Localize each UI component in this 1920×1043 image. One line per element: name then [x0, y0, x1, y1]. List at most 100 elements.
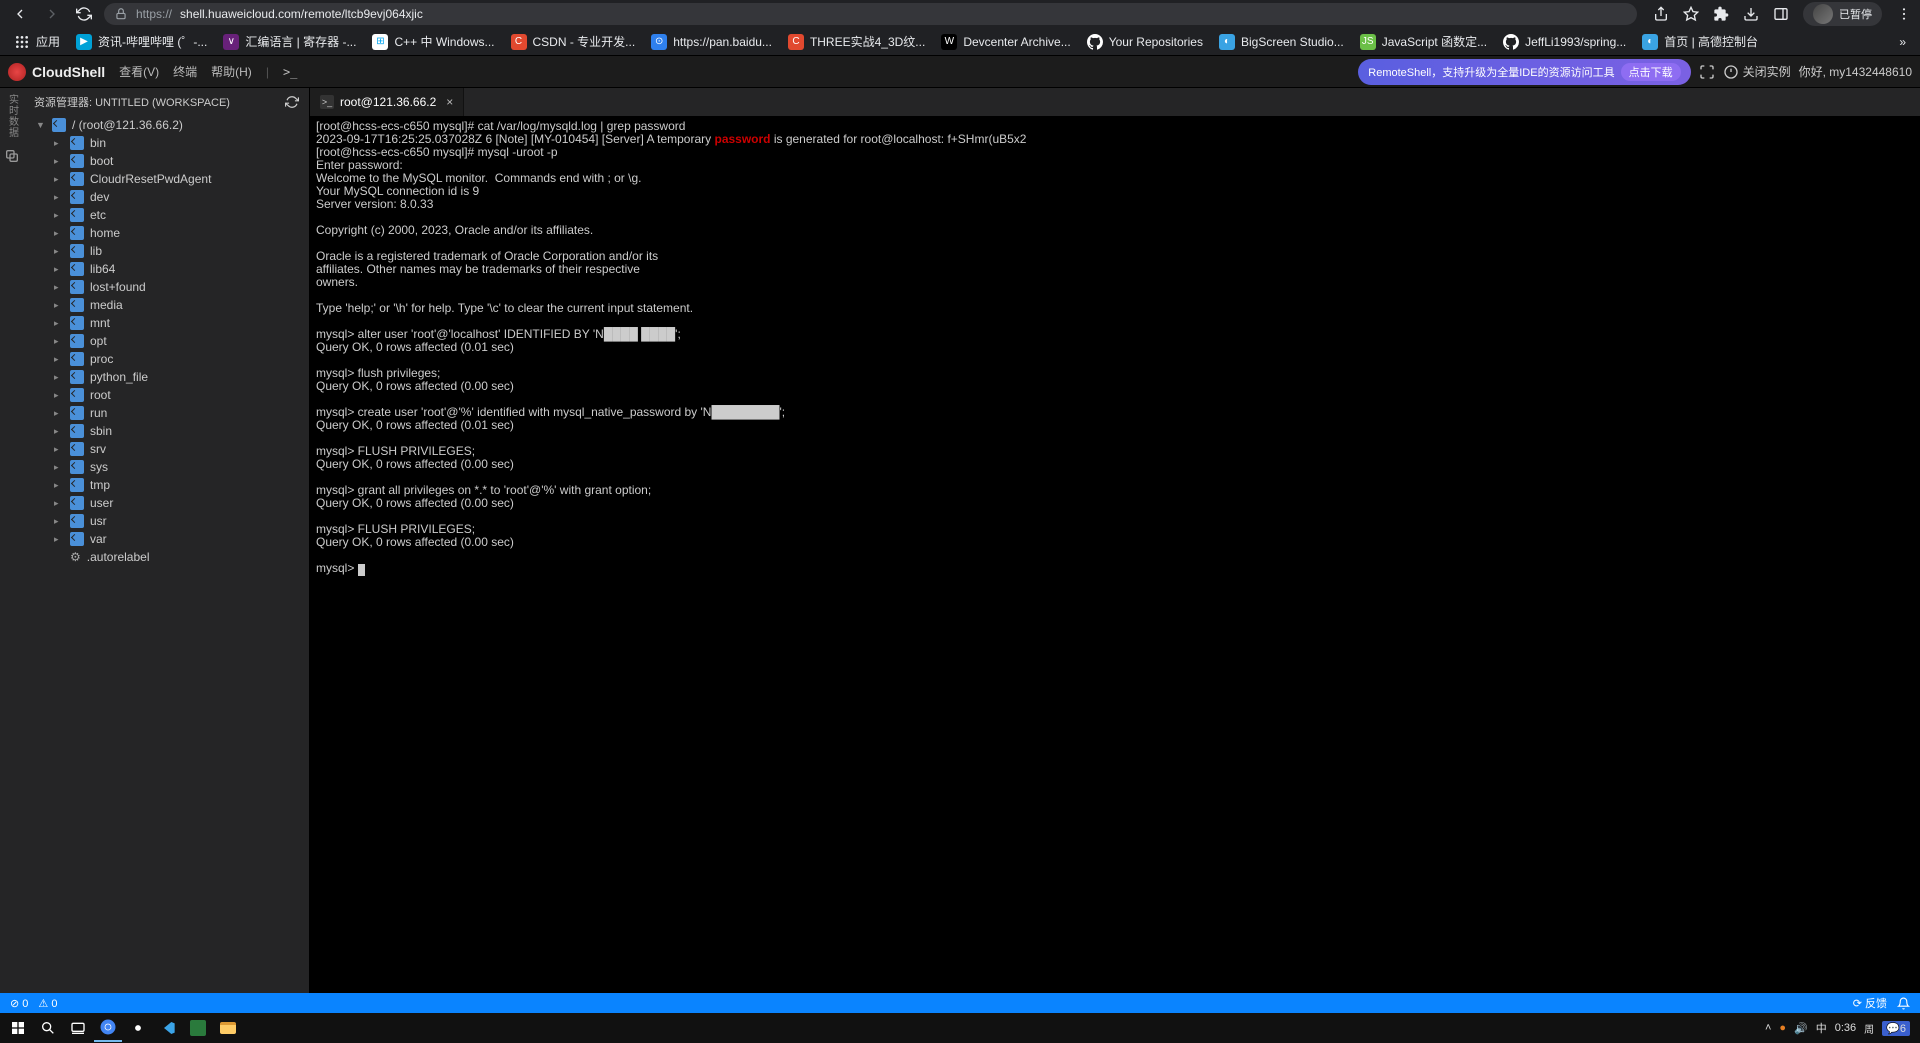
back-button[interactable]	[8, 2, 32, 26]
bookmark[interactable]: ◐BigScreen Studio...	[1213, 30, 1350, 54]
greeting: 你好, my1432448610	[1799, 63, 1912, 80]
extensions-icon[interactable]	[1713, 6, 1729, 22]
tree-folder[interactable]: ▸proc	[28, 350, 309, 368]
bookmark[interactable]: CCSDN - 专业开发...	[505, 30, 642, 54]
download-icon[interactable]	[1743, 6, 1759, 22]
editor-tabs: >_root@121.36.66.2×	[310, 88, 1920, 116]
terminal-output[interactable]: [root@hcss-ecs-c650 mysql]# cat /var/log…	[310, 116, 1920, 993]
promo-download-button[interactable]: 点击下载	[1621, 63, 1681, 81]
bookmark-label: https://pan.baidu...	[673, 35, 772, 49]
tree-folder[interactable]: ▸user	[28, 494, 309, 512]
tree-label: lib	[90, 244, 102, 258]
notification-center-button[interactable]: 💬6	[1882, 1021, 1910, 1036]
reload-button[interactable]	[72, 2, 96, 26]
tree-folder[interactable]: ▸lib	[28, 242, 309, 260]
taskview-button[interactable]	[64, 1014, 92, 1042]
menu-terminal[interactable]: 终端	[173, 63, 197, 80]
tree-folder[interactable]: ▸var	[28, 530, 309, 548]
tree-folder[interactable]: ▸srv	[28, 440, 309, 458]
url-prefix: https://	[136, 7, 172, 21]
app-button[interactable]	[184, 1014, 212, 1042]
panel-icon[interactable]	[1773, 6, 1789, 22]
tree-folder[interactable]: ▸root	[28, 386, 309, 404]
tree-folder[interactable]: ▸media	[28, 296, 309, 314]
tree-folder[interactable]: ▸usr	[28, 512, 309, 530]
tray-volume-icon[interactable]: 🔊	[1794, 1022, 1808, 1035]
gear-icon: ⚙	[70, 550, 81, 564]
favicon-icon: C	[788, 34, 804, 50]
tree-folder[interactable]: ▸dev	[28, 188, 309, 206]
folder-icon	[70, 496, 84, 510]
tree-root[interactable]: ▼/ (root@121.36.66.2)	[28, 116, 309, 134]
profile-button[interactable]: 已暂停	[1803, 2, 1882, 26]
status-bar: ⊘ 0 ⚠ 0 ⟳ 反馈	[0, 993, 1920, 1013]
tree-folder[interactable]: ▸run	[28, 404, 309, 422]
feedback-button[interactable]: ⟳ 反馈	[1853, 995, 1887, 1011]
close-icon[interactable]: ×	[446, 95, 453, 109]
tree-folder[interactable]: ▸opt	[28, 332, 309, 350]
power-icon	[1723, 64, 1739, 80]
cortana-button[interactable]	[124, 1014, 152, 1042]
ime-indicator[interactable]: 中	[1816, 1020, 1827, 1036]
cmd-caret-icon[interactable]: >_	[283, 65, 297, 79]
address-bar[interactable]: https://shell.huaweicloud.com/remote/ltc…	[104, 3, 1637, 25]
promo-banner[interactable]: RemoteShell，支持升级为全量IDE的资源访问工具 点击下载	[1358, 59, 1690, 85]
chevron-right-icon: ▸	[54, 444, 64, 455]
bookmark[interactable]: ◐首页 | 高德控制台	[1636, 30, 1764, 54]
file-tree[interactable]: ▼/ (root@121.36.66.2) ▸bin▸boot▸CloudrRe…	[24, 116, 309, 993]
tray-icon[interactable]: ●	[1779, 1022, 1786, 1034]
folder-icon	[70, 172, 84, 186]
kebab-icon[interactable]	[1896, 6, 1912, 22]
copy-icon[interactable]	[4, 148, 20, 164]
apps-button[interactable]: 应用	[8, 30, 66, 54]
bookmark[interactable]: WDevcenter Archive...	[935, 30, 1076, 54]
clock[interactable]: 0:36	[1835, 1022, 1856, 1034]
status-warnings[interactable]: ⚠ 0	[38, 997, 57, 1010]
tree-folder[interactable]: ▸sys	[28, 458, 309, 476]
forward-button[interactable]	[40, 2, 64, 26]
bookmark[interactable]: Your Repositories	[1081, 30, 1209, 54]
tree-folder[interactable]: ▸CloudrResetPwdAgent	[28, 170, 309, 188]
terminal-tab[interactable]: >_root@121.36.66.2×	[310, 88, 464, 116]
tray-chevron-icon[interactable]: ˄	[1765, 1022, 1771, 1034]
tree-folder[interactable]: ▸lost+found	[28, 278, 309, 296]
tree-folder[interactable]: ▸sbin	[28, 422, 309, 440]
windows-taskbar: ˄ ● 🔊 中 0:36 周 💬6	[0, 1013, 1920, 1043]
bookmark[interactable]: CTHREE实战4_3D纹...	[782, 30, 931, 54]
tree-folder[interactable]: ▸mnt	[28, 314, 309, 332]
chevron-right-icon: ▸	[54, 228, 64, 239]
tree-label: lost+found	[90, 280, 146, 294]
folder-icon	[70, 442, 84, 456]
menu-help[interactable]: 帮助(H)	[211, 63, 252, 80]
vscode-button[interactable]	[154, 1014, 182, 1042]
bookmark[interactable]: JeffLi1993/spring...	[1497, 30, 1632, 54]
start-button[interactable]	[4, 1014, 32, 1042]
bookmark[interactable]: ▶资讯-哔哩哔哩 (゜-...	[70, 30, 213, 54]
bell-icon[interactable]	[1897, 997, 1910, 1010]
search-button[interactable]	[34, 1014, 62, 1042]
menu-view[interactable]: 查看(V)	[119, 63, 159, 80]
bookmark-overflow-button[interactable]: »	[1893, 30, 1912, 54]
tree-folder[interactable]: ▸etc	[28, 206, 309, 224]
tree-folder[interactable]: ▸boot	[28, 152, 309, 170]
tree-file[interactable]: ⚙.autorelabel	[28, 548, 309, 566]
bookmark[interactable]: JSJavaScript 函数定...	[1354, 30, 1493, 54]
tree-folder[interactable]: ▸tmp	[28, 476, 309, 494]
bookmark[interactable]: ⊙https://pan.baidu...	[645, 30, 778, 54]
status-errors[interactable]: ⊘ 0	[10, 997, 28, 1010]
tree-folder[interactable]: ▸lib64	[28, 260, 309, 278]
tree-folder[interactable]: ▸bin	[28, 134, 309, 152]
share-icon[interactable]	[1653, 6, 1669, 22]
bookmark[interactable]: ∨汇编语言 | 寄存器 -...	[217, 30, 362, 54]
chrome-taskbar-button[interactable]	[94, 1014, 122, 1042]
tree-folder[interactable]: ▸python_file	[28, 368, 309, 386]
close-instance-label: 关闭实例	[1743, 63, 1791, 80]
tree-folder[interactable]: ▸home	[28, 224, 309, 242]
bookmark[interactable]: ⊞C++ 中 Windows...	[366, 30, 500, 54]
fullscreen-icon[interactable]	[1699, 64, 1715, 80]
refresh-icon[interactable]	[285, 95, 299, 109]
close-instance-button[interactable]: 关闭实例	[1723, 63, 1791, 80]
tree-label: usr	[90, 514, 107, 528]
explorer-button[interactable]	[214, 1014, 242, 1042]
bookmark-star-icon[interactable]	[1683, 6, 1699, 22]
